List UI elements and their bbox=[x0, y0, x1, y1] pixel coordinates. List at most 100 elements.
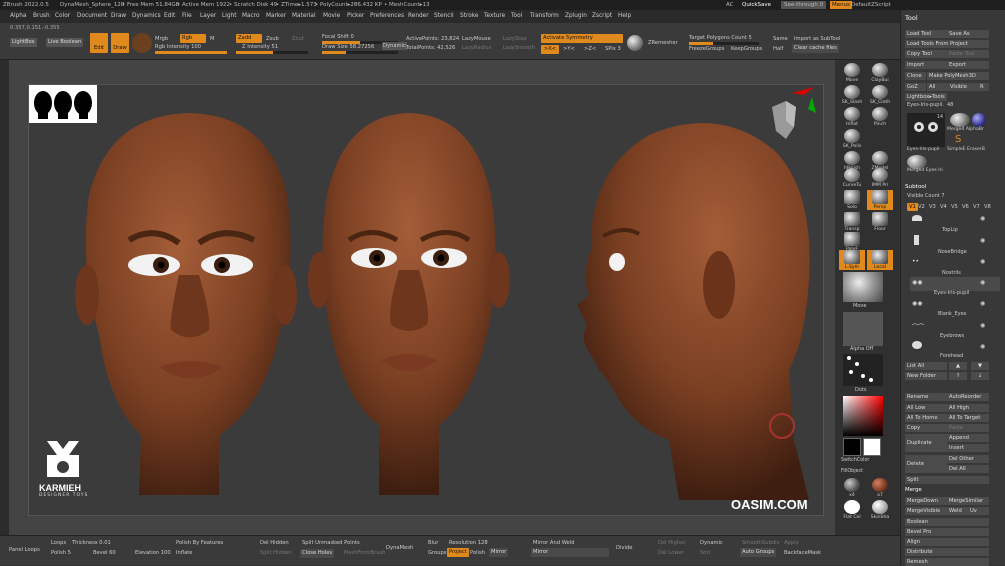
mergesimilar-button[interactable]: MergeSimilar bbox=[947, 497, 989, 505]
subtool-row-selected[interactable]: ◉◉ Eyes-Iris-pupil ◉ bbox=[910, 277, 1000, 296]
smoothsubdiv-slider[interactable]: SmoothSubdiv bbox=[742, 539, 780, 547]
apply-button[interactable]: Apply bbox=[784, 539, 799, 547]
duplicate-button[interactable]: Duplicate bbox=[905, 434, 947, 452]
brush-sk-slash[interactable]: SK_Slash bbox=[839, 85, 865, 105]
resolution-slider[interactable]: Resolution 128 bbox=[449, 539, 488, 547]
all-high-button[interactable]: All High bbox=[947, 404, 989, 412]
polyf-button[interactable]: PolyF bbox=[839, 232, 865, 252]
distribute-section[interactable]: Distribute bbox=[905, 548, 989, 556]
lazyradius-slider[interactable]: LazyRadius bbox=[462, 44, 491, 52]
dynamesh-button[interactable]: DynaMesh bbox=[386, 544, 413, 552]
loops-slider[interactable]: Loops bbox=[51, 539, 66, 547]
del-other-button[interactable]: Del Other bbox=[947, 455, 989, 463]
m-toggle[interactable]: M bbox=[210, 35, 214, 43]
zcut-toggle[interactable]: Zcut bbox=[292, 35, 304, 43]
zscript-button[interactable]: DefaultZScript bbox=[851, 0, 891, 10]
left-tray[interactable] bbox=[0, 60, 9, 535]
delete-button[interactable]: Delete bbox=[905, 455, 947, 473]
all-to-target-button[interactable]: All To Target bbox=[947, 414, 989, 422]
polish-slider[interactable]: Polish 5 bbox=[51, 549, 71, 557]
meshfrombrush-button[interactable]: MeshFromBrush bbox=[344, 549, 385, 557]
navigation-gizmo-icon[interactable] bbox=[764, 87, 824, 147]
del-lower-button[interactable]: Del Lower bbox=[658, 549, 684, 557]
subtool-header[interactable]: Subtool bbox=[905, 184, 926, 190]
project-toggle[interactable]: Project bbox=[447, 548, 469, 557]
move-up-icon[interactable]: ▲ bbox=[949, 362, 967, 370]
auto-groups-button[interactable]: Auto Groups bbox=[740, 548, 777, 557]
floor-button[interactable]: Floor bbox=[867, 212, 893, 232]
mirror-and-weld-button[interactable]: Mirror And Weld bbox=[533, 539, 574, 547]
menu-help[interactable]: Help bbox=[618, 10, 631, 23]
solo-button[interactable]: Solo bbox=[839, 190, 865, 210]
brush-sk-polish[interactable]: SK_Polis bbox=[839, 129, 865, 149]
tab-v3[interactable]: V3 bbox=[929, 203, 936, 211]
material-a7[interactable]: a7 bbox=[867, 478, 893, 498]
mirror-small-button[interactable]: Mirror bbox=[489, 548, 509, 557]
menu-stroke[interactable]: Stroke bbox=[460, 10, 478, 23]
eye-icon[interactable]: ◉ bbox=[980, 258, 985, 265]
visible-count-slider[interactable]: Visible Count 7 bbox=[907, 193, 945, 199]
clone-button[interactable]: Clone bbox=[905, 72, 926, 80]
brush-inflate[interactable]: Inflat bbox=[839, 107, 865, 127]
seethrough-slider[interactable]: See-through 0 bbox=[781, 1, 827, 9]
split-section[interactable]: Split bbox=[905, 476, 989, 484]
local-button[interactable]: Local bbox=[867, 250, 893, 270]
subtool-row[interactable]: NoseBridge ◉ bbox=[910, 235, 1000, 255]
del-all-button[interactable]: Del All bbox=[947, 465, 989, 473]
mirror-button[interactable]: Mirror bbox=[531, 548, 609, 557]
groups-toggle[interactable]: Groups bbox=[428, 549, 447, 557]
brush-sk-cloth[interactable]: SK_Cloth bbox=[867, 85, 893, 105]
divide-button[interactable]: Divide bbox=[616, 544, 632, 552]
rgb-intensity-label[interactable]: Rgb Intensity 100 bbox=[155, 43, 201, 51]
merge-section[interactable]: Merge bbox=[905, 487, 922, 493]
focal-shift-label[interactable]: Focal Shift 0 bbox=[322, 33, 354, 41]
polish-toggle[interactable]: Polish bbox=[470, 549, 485, 557]
eye-icon[interactable]: ◉ bbox=[980, 322, 985, 329]
goz-button[interactable]: GoZ bbox=[905, 83, 926, 91]
same-toggle[interactable]: Same bbox=[773, 35, 788, 43]
half-toggle[interactable]: Half bbox=[773, 45, 783, 53]
panel-loops-button[interactable]: Panel Loops bbox=[9, 546, 40, 554]
eye-icon[interactable]: ◉ bbox=[980, 237, 985, 244]
mergevisible-button[interactable]: MergeVisible bbox=[905, 507, 947, 515]
edit-button[interactable]: Edit bbox=[90, 33, 108, 53]
zadd-toggle[interactable]: Zadd bbox=[236, 34, 262, 43]
zsub-toggle[interactable]: Zsub bbox=[266, 35, 279, 43]
draw-size-label[interactable]: Draw Size 58.27256 bbox=[322, 43, 374, 51]
list-all-button[interactable]: List All bbox=[905, 362, 947, 370]
switch-color-button[interactable]: SwitchColor bbox=[841, 458, 869, 463]
menu-transform[interactable]: Transform bbox=[530, 10, 559, 23]
fill-object-button[interactable]: FillObject bbox=[841, 469, 863, 474]
lightbox-tools-button[interactable]: Lightbox▸Tools bbox=[905, 93, 947, 101]
dynamic-subdiv-button[interactable]: Dynamic bbox=[700, 539, 723, 547]
z-intensity-label[interactable]: Z Intensity 51 bbox=[242, 43, 278, 51]
menu-brush[interactable]: Brush bbox=[33, 10, 50, 23]
alpha-thumbnail[interactable] bbox=[843, 312, 883, 346]
move-down-icon[interactable]: ▼ bbox=[971, 362, 989, 370]
bevel-pro-section[interactable]: Bevel Pro bbox=[905, 528, 989, 536]
bevel-slider[interactable]: Bevel 60 bbox=[93, 549, 116, 557]
goz-visible-button[interactable]: Visible bbox=[948, 83, 978, 91]
material-flat-color[interactable]: Flat Col bbox=[839, 500, 865, 520]
paste-tool-button[interactable]: Paste Tool bbox=[947, 50, 989, 58]
weld-toggle[interactable]: Weld bbox=[947, 507, 968, 515]
menu-render[interactable]: Render bbox=[408, 10, 429, 23]
backfacemask-toggle[interactable]: BackfaceMask bbox=[784, 549, 821, 557]
menu-material[interactable]: Material bbox=[292, 10, 316, 23]
merged-alpha-thumb[interactable] bbox=[950, 113, 970, 127]
menu-light[interactable]: Light bbox=[222, 10, 236, 23]
make-polymesh-button[interactable]: Make PolyMesh3D bbox=[927, 72, 989, 80]
subtool-row[interactable]: ◉◉ Blank_Eyes ◉ bbox=[910, 298, 1000, 317]
blur-slider[interactable]: Blur bbox=[428, 539, 438, 547]
menu-layer[interactable]: Layer bbox=[200, 10, 216, 23]
stroke-dots-thumbnail[interactable] bbox=[843, 354, 883, 386]
eye-icon[interactable]: ◉ bbox=[980, 300, 985, 307]
split-unmasked-button[interactable]: Split Unmasked Points bbox=[302, 539, 360, 547]
activate-symmetry-button[interactable]: Activate Symmetry bbox=[541, 34, 623, 43]
smt-toggle[interactable]: Smt bbox=[700, 549, 710, 557]
tab-v1[interactable]: V1 bbox=[907, 203, 918, 211]
menu-file[interactable]: File bbox=[182, 10, 192, 23]
inflate-slider[interactable]: Inflate bbox=[176, 549, 193, 557]
material-skinshade[interactable]: SkinSha bbox=[867, 500, 893, 520]
menu-marker[interactable]: Marker bbox=[266, 10, 286, 23]
